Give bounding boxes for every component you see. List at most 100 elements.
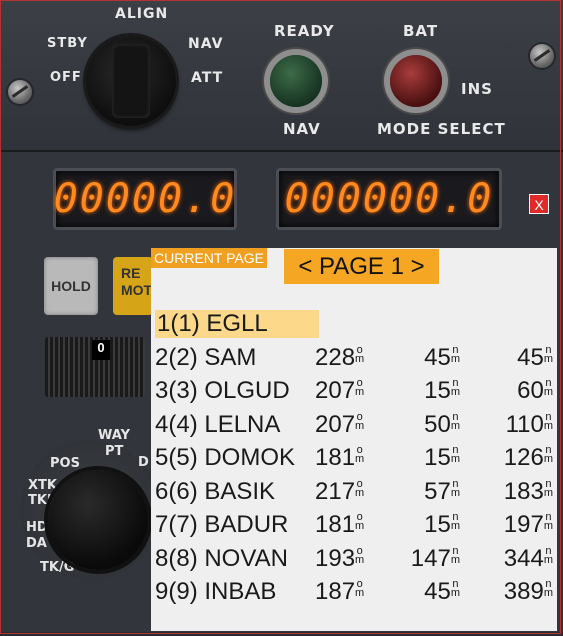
- mode-selector-knob[interactable]: [86, 36, 176, 126]
- degree-unit: om: [355, 578, 365, 599]
- right-led-display: 000000.0: [276, 168, 502, 230]
- waypoint-cumulative-distance: 197 n m: [503, 511, 553, 538]
- waypoint-row[interactable]: 8(8) NOVAN 193 o m 147 n m 344 n m: [155, 545, 555, 575]
- mode-select-label: MODE SELECT: [377, 120, 506, 138]
- waypoint-row[interactable]: 5(5) DOMOK 181 o m 15 n m 126 n m: [155, 444, 555, 474]
- waypoint-heading: 207 o m: [315, 410, 365, 438]
- current-page-label: CURRENT PAGE: [151, 248, 267, 268]
- knob-grip: [112, 44, 150, 118]
- degree-unit: om: [355, 410, 365, 432]
- remote-button-label: RE MOT: [121, 265, 153, 298]
- waypoint-name: 1(1) EGLL: [155, 310, 319, 338]
- degree-unit: om: [355, 377, 365, 398]
- nautical-mile-unit: nm: [450, 343, 460, 365]
- knob-label-hd: HD: [26, 520, 48, 535]
- waypoint-leg-distance: 147 n m: [410, 544, 460, 572]
- degree-unit: om: [355, 343, 365, 365]
- waypoint-cumulative-distance: 126 n m: [503, 444, 553, 471]
- close-button[interactable]: X: [529, 194, 549, 214]
- waypoint-cumulative-distance: 110 n m: [505, 410, 553, 438]
- nautical-mile-unit: nm: [543, 578, 553, 599]
- knob-label-da: DA: [26, 536, 47, 551]
- nautical-mile-unit: nm: [450, 511, 460, 532]
- nautical-mile-unit: nm: [450, 477, 460, 499]
- waypoint-cumulative-distance: 389 n m: [503, 578, 553, 605]
- waypoint-row[interactable]: 6(6) BASIK 217 o m 57 n m 183 n m: [155, 478, 555, 508]
- panel-screw: [530, 44, 554, 68]
- ins-mode-panel: ALIGN STBY OFF NAV ATT READY NAV BAT INS…: [0, 0, 563, 152]
- waypoint-cumulative-distance: 183 n m: [503, 477, 553, 505]
- waypoint-selector-knob[interactable]: [48, 470, 148, 570]
- degree-unit: om: [355, 511, 365, 532]
- bat-light[interactable]: [390, 55, 442, 107]
- degree-unit: om: [355, 477, 365, 499]
- nautical-mile-unit: nm: [543, 377, 553, 398]
- waypoint-row[interactable]: 9(9) INBAB 187 o m 45 n m 389 n m: [155, 578, 555, 608]
- hold-button[interactable]: HOLD: [44, 257, 98, 315]
- waypoint-leg-distance: 50 n m: [424, 410, 460, 438]
- waypoint-name: 9(9) INBAB: [155, 578, 277, 605]
- knob-label-way: WAY: [98, 428, 130, 443]
- knob-label-pt: PT: [105, 444, 124, 459]
- nautical-mile-unit: nm: [543, 544, 553, 566]
- mode-label-off: OFF: [50, 70, 82, 85]
- waypoint-heading: 228 o m: [315, 343, 365, 371]
- waypoint-cumulative-distance: 45 n m: [517, 343, 553, 371]
- bat-label: BAT: [403, 22, 439, 40]
- ready-label: READY: [274, 22, 335, 40]
- nautical-mile-unit: nm: [543, 343, 553, 365]
- mode-label-nav: NAV: [188, 36, 224, 52]
- waypoint-name: 7(7) BADUR: [155, 511, 289, 538]
- nautical-mile-unit: nm: [450, 578, 460, 599]
- left-led-display: 00000.0: [53, 168, 237, 230]
- knob-label-pos: POS: [50, 456, 80, 471]
- right-display-value: 000000.0: [284, 176, 494, 222]
- waypoint-cumulative-distance: 60 n m: [517, 377, 553, 404]
- waypoint-heading: 187 o m: [315, 578, 365, 605]
- waypoint-leg-distance: 57 n m: [424, 477, 460, 505]
- waypoint-name: 2(2) SAM: [155, 343, 257, 371]
- waypoint-row[interactable]: 1(1) EGLL: [155, 310, 555, 340]
- waypoint-name: 5(5) DOMOK: [155, 444, 296, 471]
- ins-label: INS: [461, 80, 493, 98]
- waypoint-row[interactable]: 3(3) OLGUD 207 o m 15 n m 60 n m: [155, 377, 555, 407]
- mode-label-stby: STBY: [47, 36, 88, 51]
- nautical-mile-unit: nm: [450, 410, 460, 432]
- waypoint-heading: 217 o m: [315, 477, 365, 505]
- knob-label-tk: TK/G: [40, 560, 75, 575]
- page-selector-button[interactable]: < PAGE 1 >: [284, 249, 439, 284]
- nautical-mile-unit: nm: [450, 444, 460, 465]
- mode-label-align: ALIGN: [115, 6, 169, 22]
- waypoint-name: 4(4) LELNA: [155, 410, 281, 438]
- waypoint-name: 8(8) NOVAN: [155, 544, 288, 572]
- waypoint-leg-distance: 15 n m: [424, 511, 460, 538]
- nav-label: NAV: [283, 120, 321, 138]
- waypoint-row[interactable]: 7(7) BADUR 181 o m 15 n m 197 n m: [155, 511, 555, 541]
- waypoint-heading: 181 o m: [315, 511, 365, 538]
- knob-label-d: D: [138, 455, 149, 470]
- waypoint-leg-distance: 45 n m: [424, 343, 460, 371]
- nautical-mile-unit: nm: [543, 477, 553, 499]
- remote-button[interactable]: RE MOT: [113, 257, 153, 315]
- left-display-value: 00000.0: [53, 176, 237, 222]
- waypoint-row[interactable]: 4(4) LELNA 207 o m 50 n m 110 n m: [155, 411, 555, 441]
- ready-nav-light[interactable]: [270, 55, 322, 107]
- waypoint-name: 3(3) OLGUD: [155, 377, 290, 404]
- nautical-mile-unit: nm: [543, 511, 553, 532]
- panel-screw: [8, 80, 32, 104]
- degree-unit: om: [355, 444, 365, 465]
- waypoint-leg-distance: 15 n m: [424, 444, 460, 471]
- thumbwheel-value: 0: [92, 340, 110, 360]
- mode-label-att: ATT: [191, 70, 224, 86]
- waypoint-heading: 193 o m: [315, 544, 365, 572]
- waypoint-leg-distance: 45 n m: [424, 578, 460, 605]
- degree-unit: om: [355, 544, 365, 566]
- waypoint-row[interactable]: 2(2) SAM 228 o m 45 n m 45 n m: [155, 344, 555, 374]
- knob-label-xtk: XTK: [28, 478, 57, 493]
- waypoint-name: 6(6) BASIK: [155, 477, 276, 505]
- nautical-mile-unit: nm: [450, 377, 460, 398]
- waypoint-heading: 181 o m: [315, 444, 365, 471]
- waypoint-heading: 207 o m: [315, 377, 365, 404]
- nautical-mile-unit: nm: [450, 544, 460, 566]
- waypoint-cumulative-distance: 344 n m: [503, 544, 553, 572]
